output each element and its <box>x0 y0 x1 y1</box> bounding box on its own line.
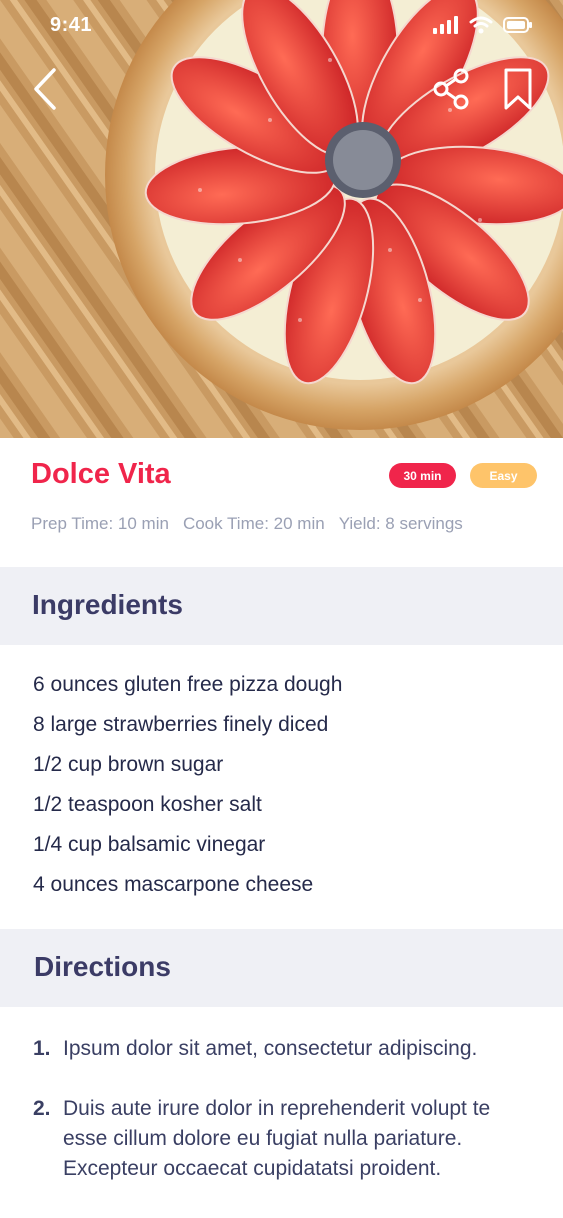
bookmark-icon <box>504 68 532 110</box>
ingredient-item: 8 large strawberries finely diced <box>33 713 329 736</box>
ingredients-header: Ingredients <box>0 567 563 645</box>
wifi-icon <box>469 16 493 34</box>
step-number: 2. <box>33 1097 51 1120</box>
step-text: Ipsum dolor sit amet, consectetur adipis… <box>63 1037 478 1060</box>
battery-icon <box>503 17 532 33</box>
back-button[interactable] <box>28 66 64 112</box>
recipe-title: Dolce Vita <box>31 458 171 490</box>
ingredient-item: 1/4 cup balsamic vinegar <box>33 833 266 856</box>
ingredient-item: 1/2 cup brown sugar <box>33 753 224 776</box>
bookmark-button[interactable] <box>500 66 536 112</box>
ingredients-list: 6 ounces gluten free pizza dough 8 large… <box>33 670 342 910</box>
recipe-hero-image: 9:41 <box>0 0 563 438</box>
time-badge: 30 min <box>389 463 456 488</box>
ingredients-title: Ingredients <box>32 589 183 620</box>
step-text: Duis aute irure dolor in reprehenderit v… <box>63 1097 491 1180</box>
recipe-meta: Prep Time: 10 min Cook Time: 20 min Yiel… <box>31 514 463 534</box>
ingredient-item: 1/2 teaspoon kosher salt <box>33 793 262 816</box>
strawberry-tart-photo <box>0 0 563 438</box>
ingredient-item: 4 ounces mascarpone cheese <box>33 873 314 896</box>
prep-time: Prep Time: 10 min <box>31 514 169 533</box>
status-bar: 9:41 <box>0 0 563 54</box>
directions-title: Directions <box>34 951 171 982</box>
chevron-left-icon <box>34 68 56 110</box>
direction-step: 2. Duis aute irure dolor in reprehenderi… <box>33 1094 533 1184</box>
cook-time: Cook Time: 20 min <box>182 514 325 533</box>
direction-step: 1. Ipsum dolor sit amet, consectetur adi… <box>33 1034 533 1064</box>
status-icons <box>433 16 533 34</box>
directions-list: 1. Ipsum dolor sit amet, consectetur adi… <box>33 1034 533 1184</box>
recipe-summary: Dolce Vita 30 min Easy Prep Time: 10 min… <box>0 438 563 567</box>
ingredient-item: 6 ounces gluten free pizza dough <box>33 673 343 696</box>
share-icon <box>433 68 469 110</box>
directions-header: Directions <box>0 929 563 1007</box>
yield: Yield: 8 servings <box>338 514 463 533</box>
status-time: 9:41 <box>50 14 93 36</box>
difficulty-badge: Easy <box>470 463 537 488</box>
share-button[interactable] <box>432 68 472 110</box>
step-number: 1. <box>33 1037 51 1060</box>
cellular-signal-icon <box>433 16 458 34</box>
